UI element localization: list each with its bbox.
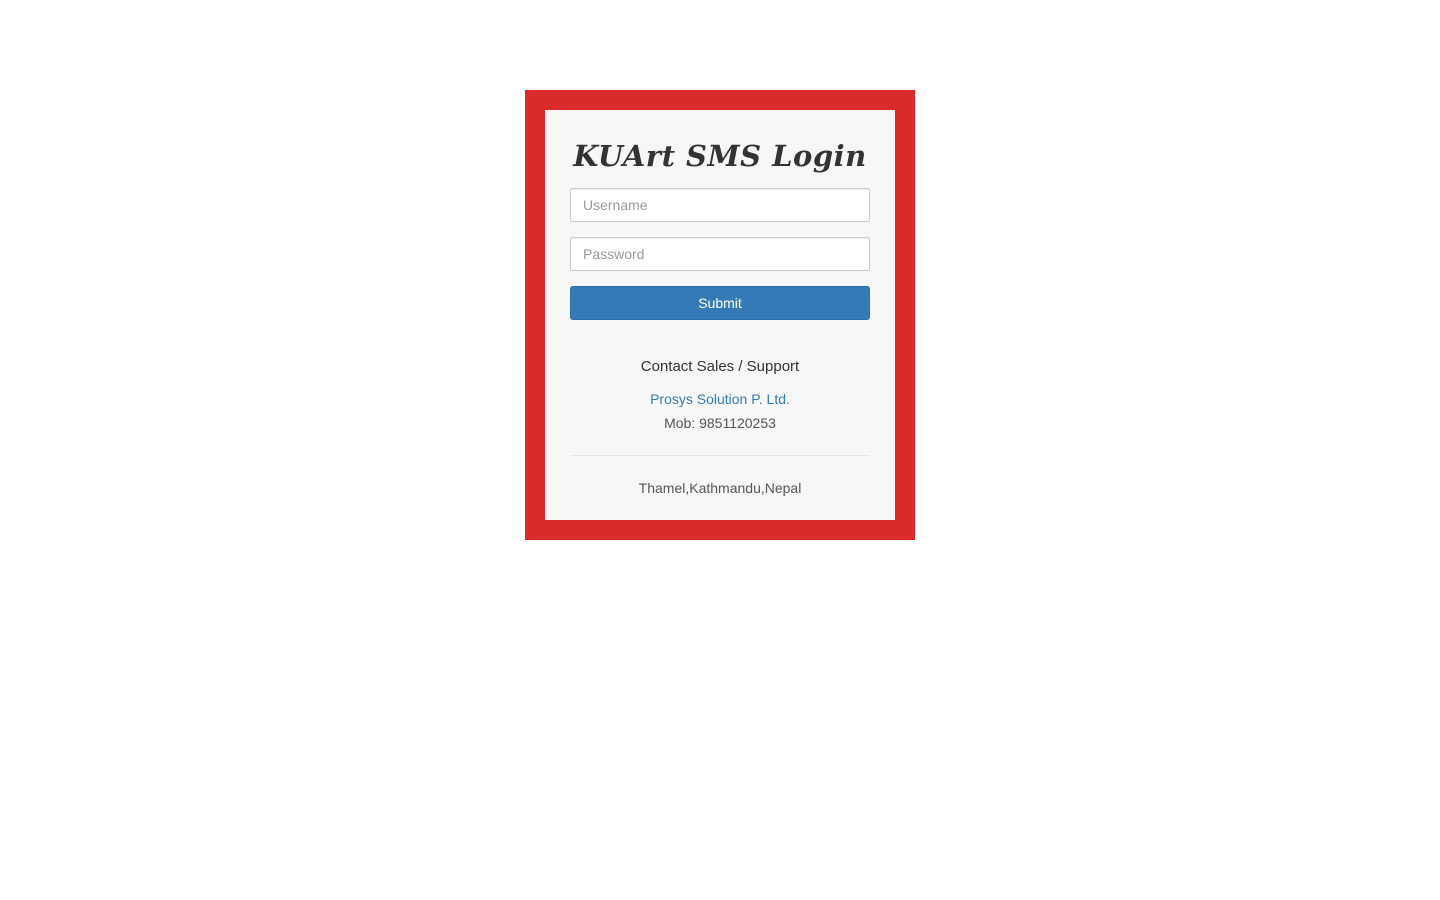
login-frame: KUArt SMS Login Submit Contact Sales / S… [525, 90, 915, 540]
login-card: KUArt SMS Login Submit Contact Sales / S… [545, 110, 895, 520]
divider [570, 455, 870, 456]
page-title: KUArt SMS Login [573, 139, 867, 173]
contact-heading: Contact Sales / Support [640, 358, 800, 375]
submit-button[interactable]: Submit [570, 286, 870, 320]
password-input[interactable] [570, 237, 870, 271]
address-text: Thamel,Kathmandu,Nepal [638, 480, 802, 496]
company-link[interactable]: Prosys Solution P. Ltd. [545, 391, 895, 407]
mobile-number: Mob: 9851120253 [664, 415, 776, 431]
username-input[interactable] [570, 188, 870, 222]
